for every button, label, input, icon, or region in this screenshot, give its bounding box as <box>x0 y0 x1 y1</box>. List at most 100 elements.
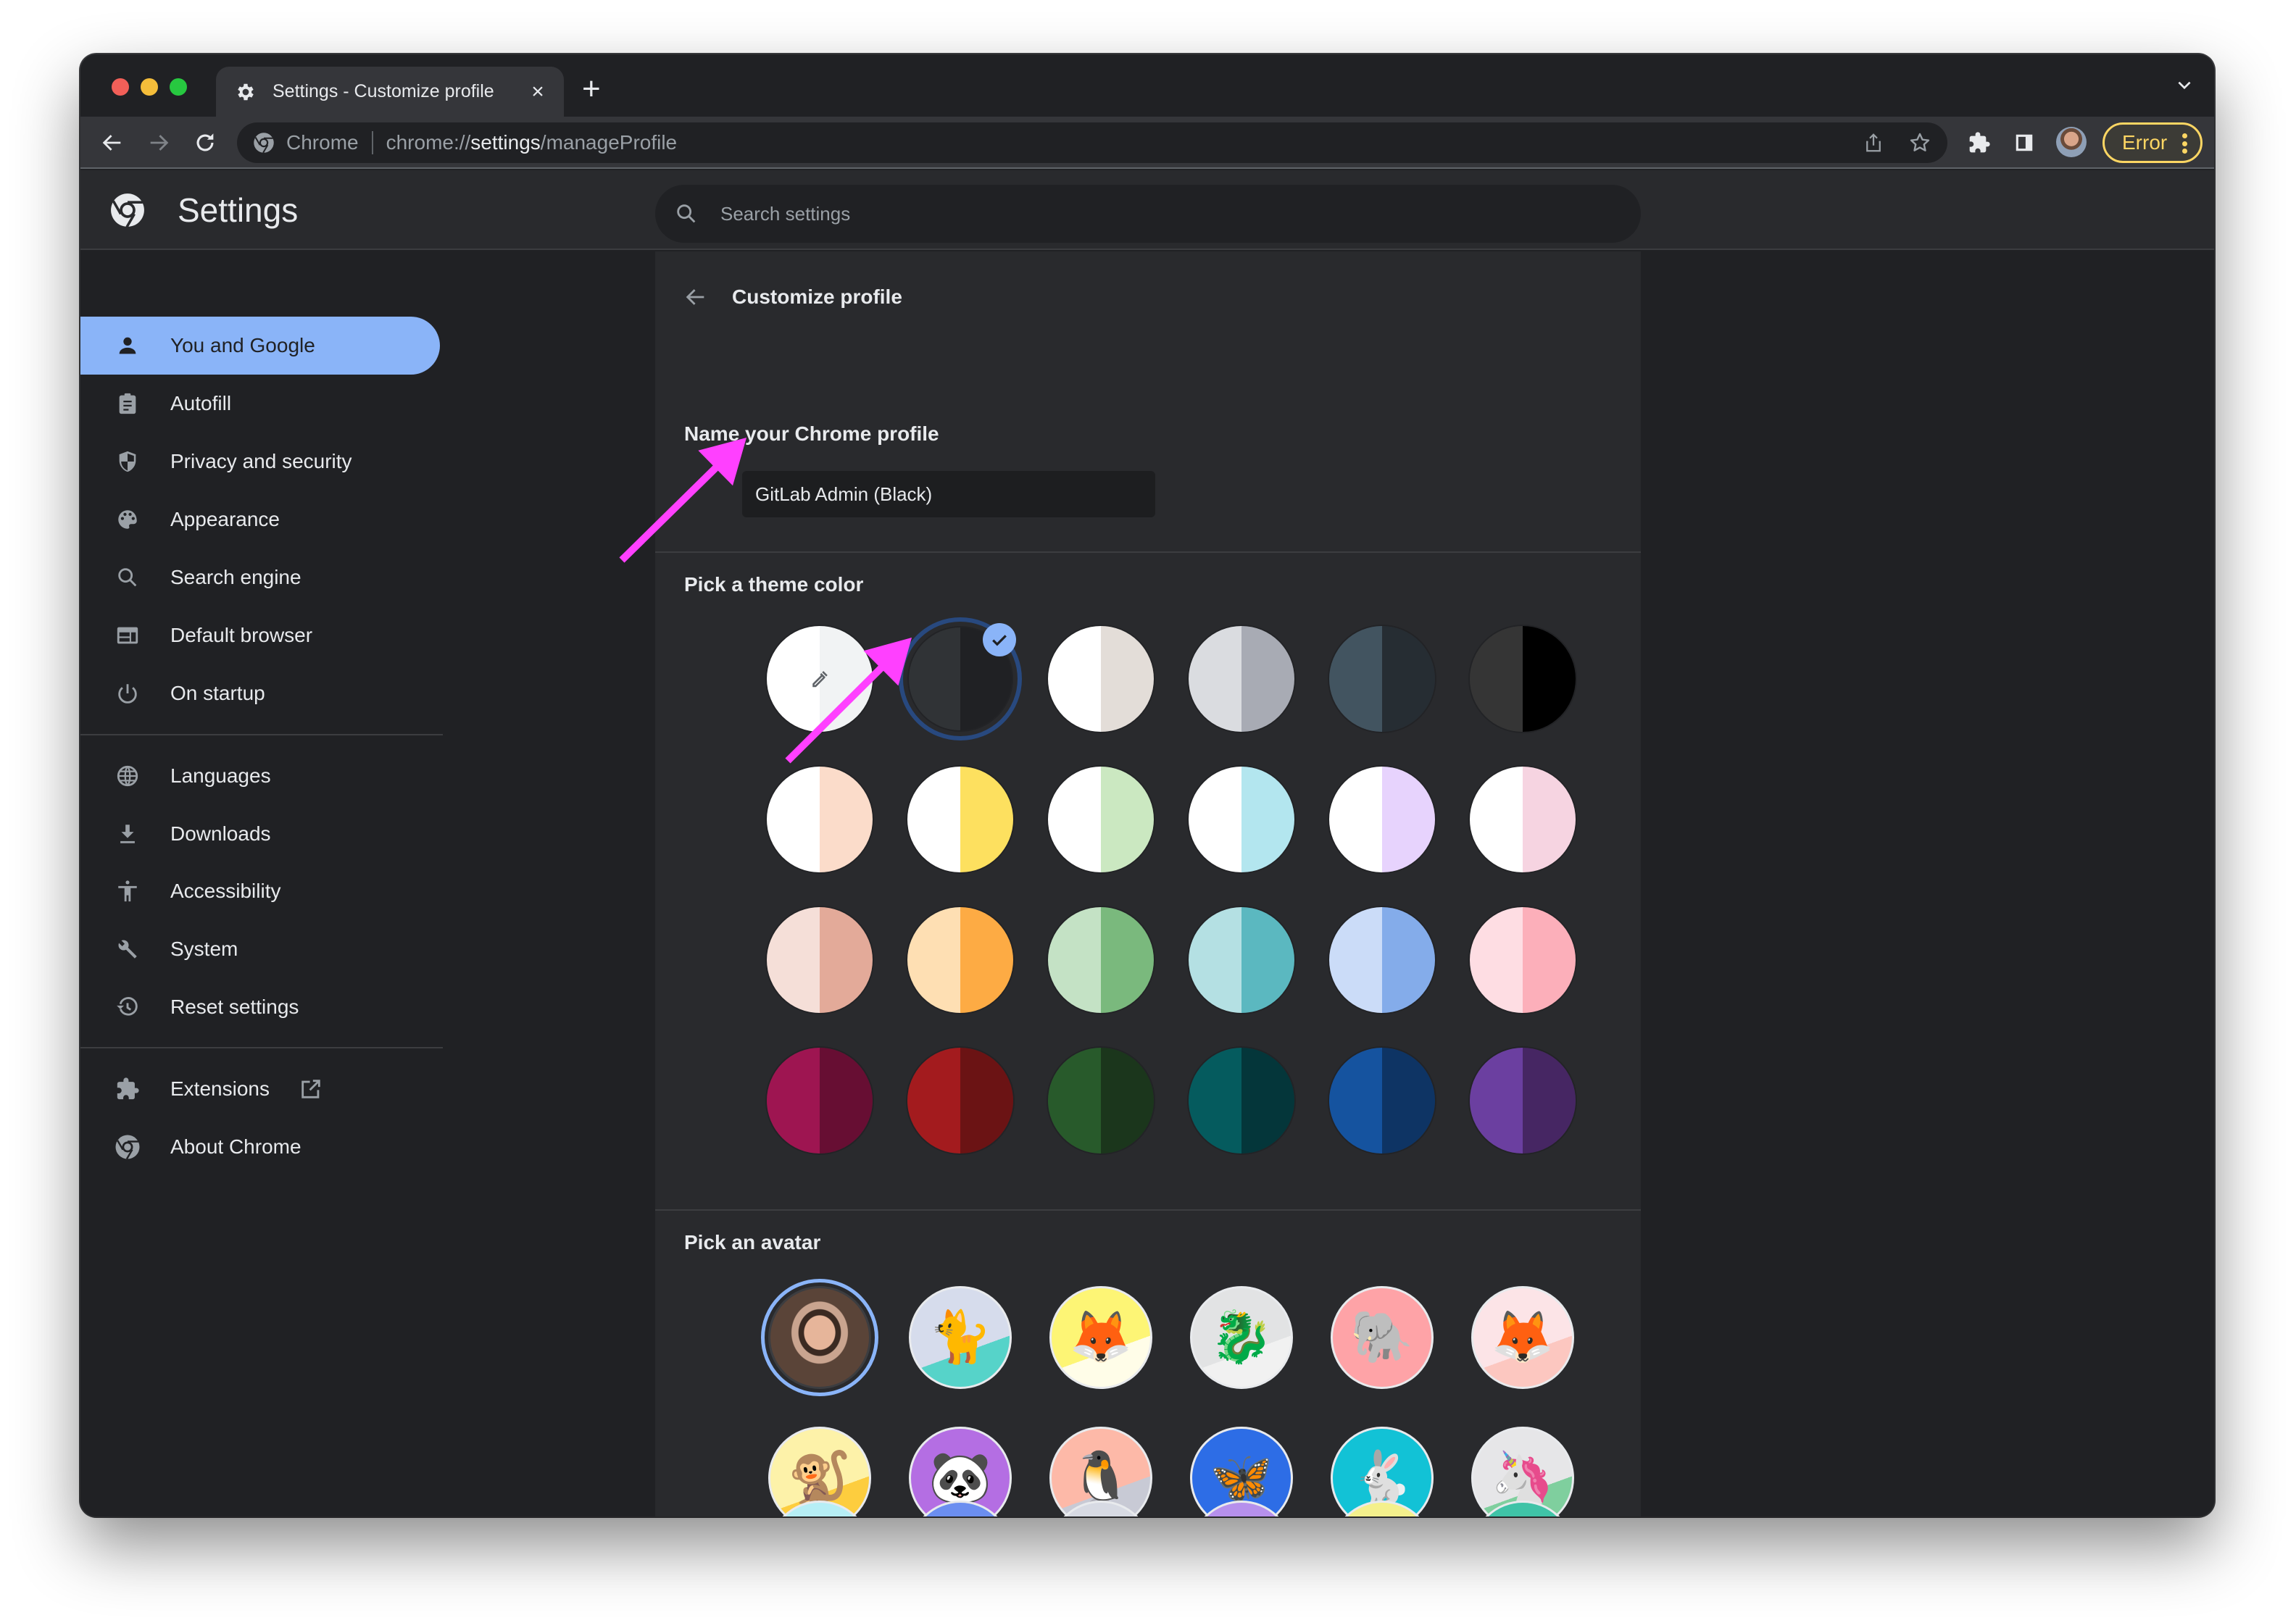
star-icon <box>1910 133 1930 151</box>
swatch-left-half <box>1048 1048 1101 1153</box>
swatch-circle <box>1048 1048 1154 1153</box>
theme-color-swatch[interactable] <box>758 758 881 881</box>
selected-check-icon <box>983 623 1016 656</box>
wrench-icon <box>114 935 141 963</box>
theme-color-swatch[interactable] <box>1039 898 1162 1022</box>
clipboard-icon <box>114 390 141 417</box>
theme-color-swatch[interactable] <box>899 898 1022 1022</box>
avatar-profile-photo[interactable] <box>768 1286 871 1389</box>
sidebar-item-search-engine[interactable]: Search engine <box>80 548 440 606</box>
avatar-origami-fox-dog[interactable]: 🦊 <box>1049 1286 1152 1389</box>
panel-header: Customize profile <box>681 279 902 315</box>
swatch-right-half <box>960 907 1013 1013</box>
sidebar-item-label: About Chrome <box>170 1135 301 1158</box>
sidebar-item-label: Autofill <box>170 392 232 414</box>
swatch-circle <box>1470 767 1576 872</box>
profile-name-input[interactable] <box>742 471 1155 517</box>
theme-color-swatch[interactable] <box>758 898 881 1022</box>
reload-button[interactable] <box>189 127 221 159</box>
sidebar-item-about-chrome[interactable]: About Chrome <box>80 1118 440 1176</box>
theme-color-swatch[interactable] <box>1180 1039 1303 1162</box>
kebab-menu-icon[interactable] <box>2181 133 2187 154</box>
swatch-circle <box>1329 907 1435 1013</box>
sidebar-item-appearance[interactable]: Appearance <box>80 491 440 548</box>
avatar-origami-cat[interactable]: 🐈 <box>909 1286 1012 1389</box>
sidebar-item-default-browser[interactable]: Default browser <box>80 606 440 664</box>
extensions-button[interactable] <box>1966 130 1992 156</box>
bookmark-star-button[interactable] <box>1908 131 1931 154</box>
sidebar-item-label: System <box>170 938 238 960</box>
tab-strip: Settings - Customize profile × + <box>80 54 2214 117</box>
theme-color-swatch[interactable] <box>1320 1039 1444 1162</box>
close-window-button[interactable] <box>112 78 129 96</box>
puzzle-icon <box>114 1075 141 1103</box>
theme-color-swatch[interactable] <box>1180 617 1303 740</box>
sidebar-item-autofill[interactable]: Autofill <box>80 375 440 433</box>
side-panel-button[interactable] <box>2011 130 2037 156</box>
address-bar[interactable]: Chrome chrome://settings/manageProfile <box>237 122 1947 163</box>
forward-button[interactable] <box>143 127 175 159</box>
sidebar-item-you-and-google[interactable]: You and Google <box>80 317 440 375</box>
sidebar-item-accessibility[interactable]: Accessibility <box>80 862 440 920</box>
tab-search-chevron-icon[interactable] <box>2175 76 2194 95</box>
avatar-origami-elephant[interactable]: 🐘 <box>1331 1286 1434 1389</box>
search-settings[interactable] <box>655 185 1641 243</box>
theme-color-swatch[interactable] <box>1320 898 1444 1022</box>
theme-color-swatch[interactable] <box>1320 758 1444 881</box>
browser-window: Settings - Customize profile × + Chrome … <box>80 54 2214 1516</box>
theme-color-swatch[interactable] <box>1039 1039 1162 1162</box>
back-button[interactable] <box>96 127 128 159</box>
share-button[interactable] <box>1862 131 1885 154</box>
swatch-right-half <box>1241 626 1294 732</box>
sidebar-item-extensions[interactable]: Extensions <box>80 1060 440 1118</box>
swatch-circle <box>1470 626 1576 732</box>
theme-color-swatch[interactable] <box>1180 898 1303 1022</box>
swatch-circle <box>767 767 873 872</box>
sidebar-item-reset-settings[interactable]: Reset settings <box>80 978 440 1036</box>
avatar-origami-dragon[interactable]: 🐉 <box>1190 1286 1293 1389</box>
new-tab-button[interactable]: + <box>582 73 601 105</box>
theme-color-swatch[interactable] <box>1180 758 1303 881</box>
sidebar-item-label: Accessibility <box>170 880 281 902</box>
search-settings-input[interactable] <box>720 202 1590 225</box>
palette-icon <box>114 506 141 533</box>
swatch-left-half <box>1329 626 1382 732</box>
url-text[interactable]: chrome://settings/manageProfile <box>386 131 678 154</box>
profile-error-button[interactable]: Error <box>2102 122 2203 163</box>
minimize-window-button[interactable] <box>141 78 158 96</box>
sidebar-item-languages[interactable]: Languages <box>80 747 440 805</box>
theme-color-swatch[interactable] <box>1461 1039 1584 1162</box>
tab-close-button[interactable]: × <box>523 80 552 103</box>
swatch-circle <box>767 626 873 732</box>
swatch-left-half <box>1329 767 1382 872</box>
swatch-left-half <box>1470 767 1523 872</box>
sidebar-item-system[interactable]: System <box>80 920 440 978</box>
sidebar-item-downloads[interactable]: Downloads <box>80 805 440 863</box>
theme-color-swatch[interactable] <box>1320 617 1444 740</box>
back-arrow-button[interactable] <box>681 283 710 312</box>
swatch-left-half <box>907 907 960 1013</box>
theme-color-swatch[interactable] <box>1039 758 1162 881</box>
theme-color-swatch[interactable] <box>1039 617 1162 740</box>
theme-color-swatch[interactable] <box>899 758 1022 881</box>
custom-color-swatch[interactable] <box>758 617 881 740</box>
sidebar-item-privacy-and-security[interactable]: Privacy and security <box>80 433 440 491</box>
swatch-left-half <box>907 767 960 872</box>
swatch-right-half <box>1241 1048 1294 1153</box>
theme-color-swatch[interactable] <box>758 1039 881 1162</box>
sidebar-item-on-startup[interactable]: On startup <box>80 664 440 722</box>
gear-icon <box>235 81 257 103</box>
theme-color-swatch[interactable] <box>1461 617 1584 740</box>
theme-color-swatch[interactable] <box>899 1039 1022 1162</box>
shield-icon <box>114 448 141 475</box>
theme-color-swatch[interactable] <box>1461 898 1584 1022</box>
zoom-window-button[interactable] <box>170 78 187 96</box>
tab-settings[interactable]: Settings - Customize profile × <box>216 67 564 117</box>
profile-avatar-button[interactable] <box>2056 127 2087 157</box>
sidebar: You and Google Autofill Privacy and secu… <box>80 251 655 1516</box>
theme-color-swatch[interactable] <box>899 617 1022 740</box>
swatch-circle <box>1189 1048 1294 1153</box>
theme-color-swatch[interactable] <box>1461 758 1584 881</box>
avatar-origami-fox[interactable]: 🦊 <box>1471 1286 1574 1389</box>
theme-color-label: Pick a theme color <box>684 573 864 596</box>
